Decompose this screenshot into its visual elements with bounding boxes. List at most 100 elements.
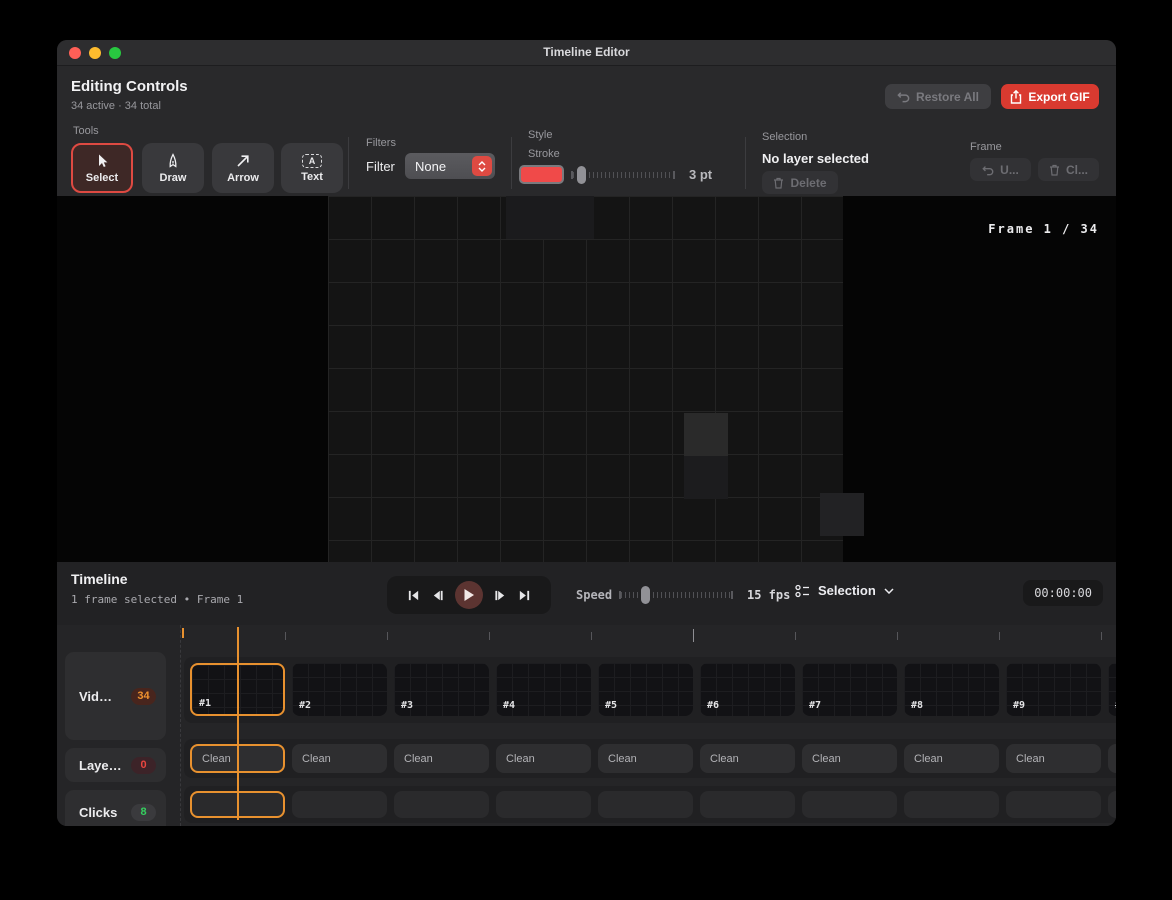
stroke-width-slider[interactable] [571, 171, 675, 179]
play-button[interactable] [455, 581, 483, 609]
frame-thumb[interactable]: #8 [904, 663, 999, 716]
layer-cell[interactable]: Clean [904, 744, 999, 773]
clicks-cell[interactable] [1006, 791, 1101, 818]
tool-button-select[interactable]: Select [71, 143, 133, 193]
ruler-tick [693, 629, 694, 642]
undo-icon [982, 164, 994, 176]
timeline-status: 1 frame selected • Frame 1 [71, 593, 243, 606]
clicks-cell[interactable] [496, 791, 591, 818]
stroke-color-swatch[interactable] [519, 165, 564, 184]
clicks-cell[interactable] [904, 791, 999, 818]
preview-canvas[interactable]: Frame 1 / 34 [57, 196, 1116, 562]
frame-thumb[interactable]: #4 [496, 663, 591, 716]
frame-undo-button[interactable]: U... [970, 158, 1031, 181]
track-label-clicks[interactable]: Clicks8 [65, 790, 166, 826]
chevron-down-icon [884, 588, 894, 594]
frame-number: #8 [911, 700, 923, 711]
frame-thumb[interactable]: #3 [394, 663, 489, 716]
frame-clear-label: Cl... [1066, 163, 1088, 177]
timeline-title: Timeline [71, 571, 128, 587]
arrow-icon [235, 153, 251, 169]
track-label-video[interactable]: Vid…34 [65, 652, 166, 740]
window-title: Timeline Editor [57, 45, 1116, 59]
restore-all-button[interactable]: Restore All [885, 84, 991, 109]
filter-field-label: Filter [366, 159, 395, 174]
timeline-tracks: Vid…34Laye…0Clicks8 #1#2#3#4#5#6#7#8#9#1… [57, 625, 1116, 826]
video-frames-row: #1#2#3#4#5#6#7#8#9#10 [190, 663, 1116, 716]
layer-cell[interactable]: Clean [802, 744, 897, 773]
speed-slider-thumb[interactable] [641, 586, 650, 604]
delete-layer-button[interactable]: Delete [762, 171, 838, 194]
tool-label: Text [301, 171, 323, 183]
clicks-cell[interactable] [700, 791, 795, 818]
stroke-width-slider-thumb[interactable] [577, 166, 586, 184]
layer-cell[interactable]: Clean [1006, 744, 1101, 773]
cursor-icon [94, 153, 110, 169]
tool-button-draw[interactable]: Draw [142, 143, 204, 193]
frame-preview-grid [328, 196, 843, 562]
step-back-icon[interactable] [431, 589, 444, 602]
frame-thumb[interactable]: #2 [292, 663, 387, 716]
frame-number: #7 [809, 700, 821, 711]
tool-label: Select [86, 172, 118, 184]
title-bar[interactable]: Timeline Editor [57, 40, 1116, 66]
page-subtitle: 34 active · 34 total [71, 100, 161, 112]
frame-undo-label: U... [1000, 163, 1019, 177]
frame-thumb[interactable]: #5 [598, 663, 693, 716]
tool-button-text[interactable]: A Text [281, 143, 343, 193]
filter-dropdown[interactable]: None [405, 153, 495, 179]
divider [745, 137, 746, 189]
speed-label: Speed [576, 588, 612, 602]
grid-highlight [684, 413, 728, 457]
layer-cell[interactable]: Clean [700, 744, 795, 773]
clicks-cell[interactable] [394, 791, 489, 818]
filter-dropdown-value: None [415, 159, 446, 174]
clicks-cell[interactable] [802, 791, 897, 818]
layer-cell[interactable]: Clean [598, 744, 693, 773]
layer-cell[interactable]: Clean [394, 744, 489, 773]
step-forward-icon[interactable] [494, 589, 507, 602]
layers-row: CleanCleanCleanCleanCleanCleanCleanClean… [190, 744, 1116, 773]
share-icon [1010, 90, 1022, 104]
divider [348, 137, 349, 189]
grid-highlight [506, 196, 594, 239]
filter-list-icon [795, 584, 810, 598]
undo-icon [897, 90, 910, 103]
export-gif-button[interactable]: Export GIF [1001, 84, 1099, 109]
frame-number: #6 [707, 700, 719, 711]
page-title: Editing Controls [71, 78, 188, 95]
timeline-mode-dropdown[interactable]: Selection [795, 583, 894, 598]
clicks-row [190, 791, 1116, 818]
track-label-column: Vid…34 Laye…0 Clicks8 [57, 625, 181, 826]
skip-end-icon[interactable] [518, 589, 531, 602]
track-name: Laye… [79, 758, 131, 773]
playhead[interactable] [237, 627, 239, 820]
frame-number: #9 [1013, 700, 1025, 711]
text-icon: A [302, 154, 322, 168]
frame-clear-button[interactable]: Cl... [1038, 158, 1099, 181]
timeline-scroll-area[interactable]: #1#2#3#4#5#6#7#8#9#10 CleanCleanCleanCle… [182, 625, 1116, 826]
frame-thumb[interactable]: #7 [802, 663, 897, 716]
frame-number: #3 [401, 700, 413, 711]
selection-status: No layer selected [762, 151, 869, 166]
skip-start-icon[interactable] [407, 589, 420, 602]
fps-value: 15 fps [747, 588, 790, 602]
track-label-layers[interactable]: Laye…0 [65, 748, 166, 782]
tool-label: Draw [160, 172, 187, 184]
ruler-tick [897, 632, 898, 640]
clicks-cell[interactable] [598, 791, 693, 818]
clicks-cell[interactable] [292, 791, 387, 818]
frame-thumb[interactable]: #10 [1108, 663, 1116, 716]
playback-controls [387, 576, 551, 614]
layer-cell[interactable]: Clean [496, 744, 591, 773]
layer-cell[interactable]: Clean [1108, 744, 1116, 773]
delete-layer-label: Delete [790, 176, 826, 190]
tool-button-arrow[interactable]: Arrow [212, 143, 274, 193]
clicks-cell[interactable] [1108, 791, 1116, 818]
ruler-tick [285, 632, 286, 640]
layer-cell[interactable]: Clean [292, 744, 387, 773]
track-count-badge: 34 [131, 688, 156, 705]
frame-thumb[interactable]: #9 [1006, 663, 1101, 716]
frame-thumb[interactable]: #6 [700, 663, 795, 716]
speed-slider[interactable] [619, 591, 733, 599]
